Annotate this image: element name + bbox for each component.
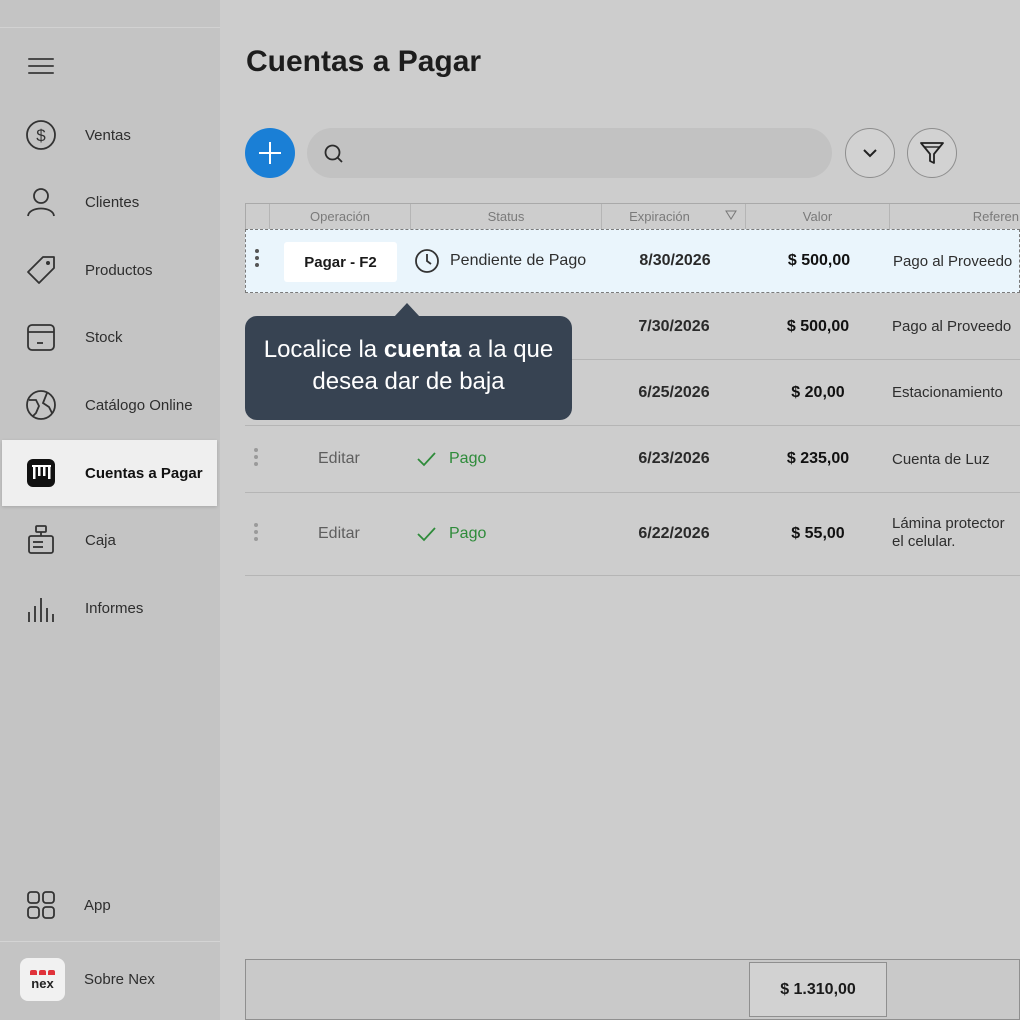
expiration-cell: 6/25/2026 [638, 383, 710, 401]
reference-line: el celular. [892, 533, 956, 550]
value-cell: $ 500,00 [787, 252, 851, 269]
sidebar-divider [0, 941, 220, 942]
sidebar-item-app[interactable]: App [0, 872, 220, 938]
sidebar-item-clientes[interactable]: Clientes [0, 169, 220, 235]
status-text: Pago [449, 525, 487, 542]
column-header-expiracion[interactable]: Expiración [602, 204, 746, 229]
sidebar-item-informes[interactable]: Informes [0, 575, 220, 641]
plus-icon [259, 142, 281, 164]
status-text: Pago [449, 450, 487, 467]
add-button[interactable] [245, 128, 295, 178]
hamburger-menu-icon[interactable] [28, 58, 54, 76]
expiration-cell: 6/23/2026 [638, 450, 710, 467]
user-icon [24, 185, 58, 219]
table-row[interactable]: Editar Pago 6/22/2026 $ 55,00 Lámina pro… [245, 493, 1020, 576]
sidebar: $ Ventas Clientes Productos Stock Catálo… [0, 0, 220, 1020]
status-text: Pendiente de Pago [450, 252, 587, 269]
sidebar-item-stock[interactable]: Stock [0, 304, 220, 370]
sidebar-item-ventas[interactable]: $ Ventas [0, 102, 220, 168]
row-menu-icon[interactable] [254, 448, 260, 466]
value-cell: $ 55,00 [791, 525, 845, 542]
expiration-cell: 8/30/2026 [639, 252, 711, 269]
sidebar-item-label: Clientes [85, 193, 140, 211]
page-title: Cuentas a Pagar [246, 45, 482, 78]
column-header-actions [246, 204, 270, 229]
sidebar-item-label: Ventas [85, 126, 131, 144]
status-cell: Pago [415, 426, 486, 492]
column-header-label: Expiración [629, 209, 690, 224]
check-icon [417, 452, 436, 467]
box-icon [24, 320, 58, 354]
reference-cell: Pago al Proveedo [892, 318, 1012, 335]
expand-button[interactable] [845, 128, 895, 178]
totals-footer: $ 1.310,00 [245, 959, 1020, 1020]
nex-logo-text: nex [31, 975, 54, 991]
sidebar-item-productos[interactable]: Productos [0, 237, 220, 303]
sidebar-item-cuentas-a-pagar[interactable]: Cuentas a Pagar [2, 440, 217, 506]
column-header-status[interactable]: Status [411, 204, 602, 229]
pay-button[interactable]: Pagar - F2 [284, 242, 397, 282]
sidebar-item-label: Stock [85, 328, 123, 346]
globe-icon [24, 388, 58, 422]
table-header: Operación Status Expiración Valor Refere… [245, 203, 1020, 229]
sidebar-item-label: Productos [85, 261, 153, 279]
svg-text:$: $ [36, 126, 46, 145]
value-cell: $ 20,00 [791, 383, 845, 401]
tooltip-text: Localice la [263, 336, 384, 363]
filter-icon [920, 142, 944, 164]
column-header-valor[interactable]: Valor [746, 204, 890, 229]
clock-icon [415, 249, 439, 273]
status-cell: Pendiente de Pago [414, 230, 586, 292]
nex-logo[interactable]: nex [20, 958, 65, 1001]
reference-cell: Cuenta de Luz [892, 450, 990, 468]
table-row[interactable]: Pagar - F2 Pendiente de Pago 8/30/2026 $… [245, 229, 1020, 293]
column-header-referencia[interactable]: Referen [890, 204, 1020, 229]
bar-chart-icon [24, 591, 58, 625]
tooltip-emphasis: cuenta [383, 336, 462, 363]
search-bar[interactable] [307, 128, 832, 178]
dollar-icon: $ [24, 118, 58, 152]
sobre-nex-link[interactable]: Sobre Nex [84, 971, 155, 988]
onboarding-tooltip: Localice la cuenta a la que desea dar de… [245, 303, 572, 420]
tag-icon [24, 253, 58, 287]
sidebar-item-label: App [84, 896, 111, 914]
expiration-cell: 7/30/2026 [638, 317, 710, 335]
reference-cell: Lámina protector el celular. [892, 515, 1005, 551]
reference-cell: Pago al Proveedo [893, 252, 1013, 270]
cash-register-icon [24, 523, 58, 557]
value-cell: $ 235,00 [786, 450, 850, 467]
sidebar-item-label: Cuentas a Pagar [85, 464, 203, 482]
sidebar-divider [0, 27, 220, 28]
reference-cell: Estacionamiento [892, 384, 1003, 401]
sidebar-item-caja[interactable]: Caja [0, 507, 220, 573]
filter-button[interactable] [907, 128, 957, 178]
table-row[interactable]: Editar Pago 6/23/2026 $ 235,00 Cuenta de… [245, 426, 1020, 493]
search-icon [324, 144, 343, 163]
bills-icon [24, 456, 58, 490]
expiration-cell: 6/22/2026 [638, 525, 710, 542]
column-header-operacion[interactable]: Operación [270, 204, 411, 229]
edit-button[interactable]: Editar [318, 493, 360, 575]
row-menu-icon[interactable] [254, 523, 260, 541]
sidebar-item-label: Informes [85, 599, 144, 617]
edit-button[interactable]: Editar [318, 426, 360, 492]
sidebar-item-label: Caja [85, 531, 116, 549]
status-cell: Pago [415, 493, 486, 575]
sidebar-item-label: Catálogo Online [85, 396, 193, 414]
grid-icon [24, 888, 58, 922]
total-value: $ 1.310,00 [749, 962, 887, 1017]
row-menu-icon[interactable] [255, 249, 261, 267]
check-icon [417, 527, 436, 542]
value-cell: $ 500,00 [786, 317, 850, 335]
sidebar-item-catalogo[interactable]: Catálogo Online [0, 372, 220, 438]
sort-filter-icon[interactable] [725, 209, 737, 221]
chevron-down-icon [863, 149, 877, 158]
reference-line: Lámina protector [892, 515, 1005, 532]
search-input[interactable] [357, 138, 817, 168]
